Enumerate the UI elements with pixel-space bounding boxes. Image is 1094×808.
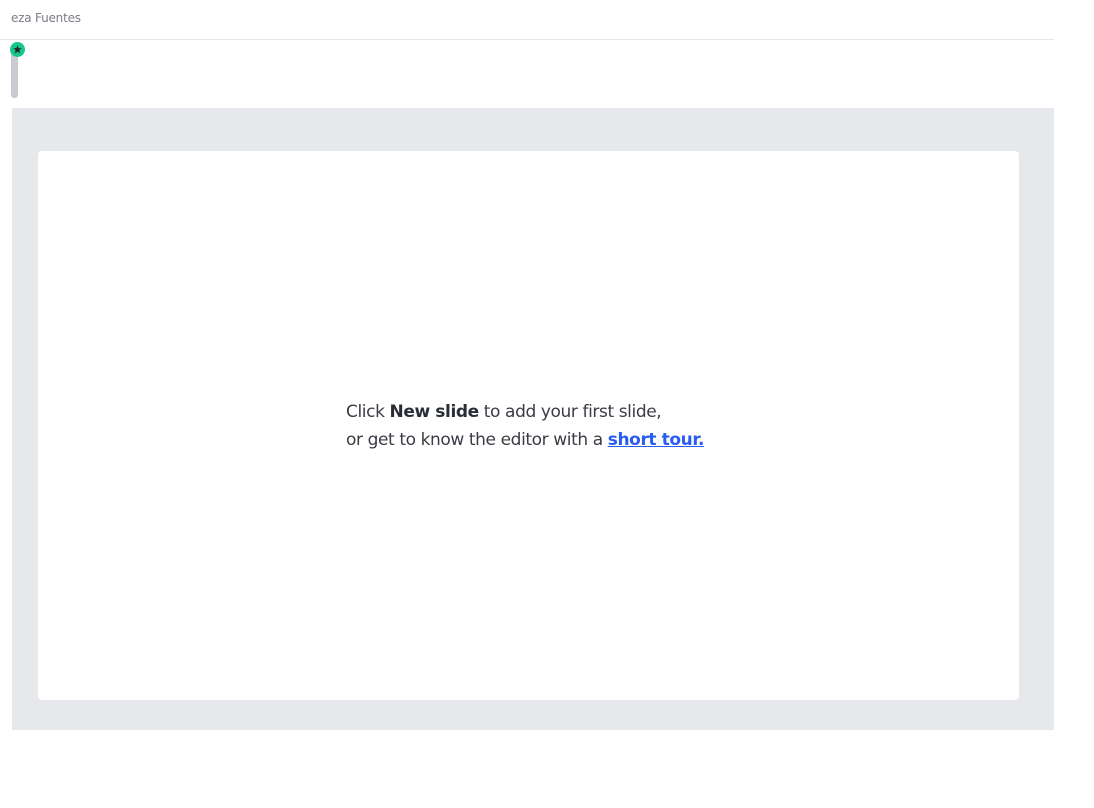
line2-prefix: or get to know the editor with a [346,430,608,450]
new-slide-label: New slide [389,402,480,422]
star-icon-glyph [13,45,22,54]
empty-state-message: Click New slide to add your first slide,… [346,398,704,454]
owner-name: eza Fuentes [11,11,81,25]
line1-prefix: Click [346,402,390,422]
line1-suffix: to add your first slide, [478,402,662,422]
star-icon[interactable] [10,42,25,57]
editor-canvas: Click New slide to add your first slide,… [12,108,1054,730]
empty-slide-area[interactable]: Click New slide to add your first slide,… [38,151,1019,700]
top-bar: eza Fuentes [0,0,1054,40]
empty-state-line-1: Click New slide to add your first slide, [346,398,704,426]
slide-sidebar-rail[interactable] [10,42,25,98]
short-tour-link[interactable]: short tour. [608,430,705,450]
empty-state-line-2: or get to know the editor with a short t… [346,426,704,454]
